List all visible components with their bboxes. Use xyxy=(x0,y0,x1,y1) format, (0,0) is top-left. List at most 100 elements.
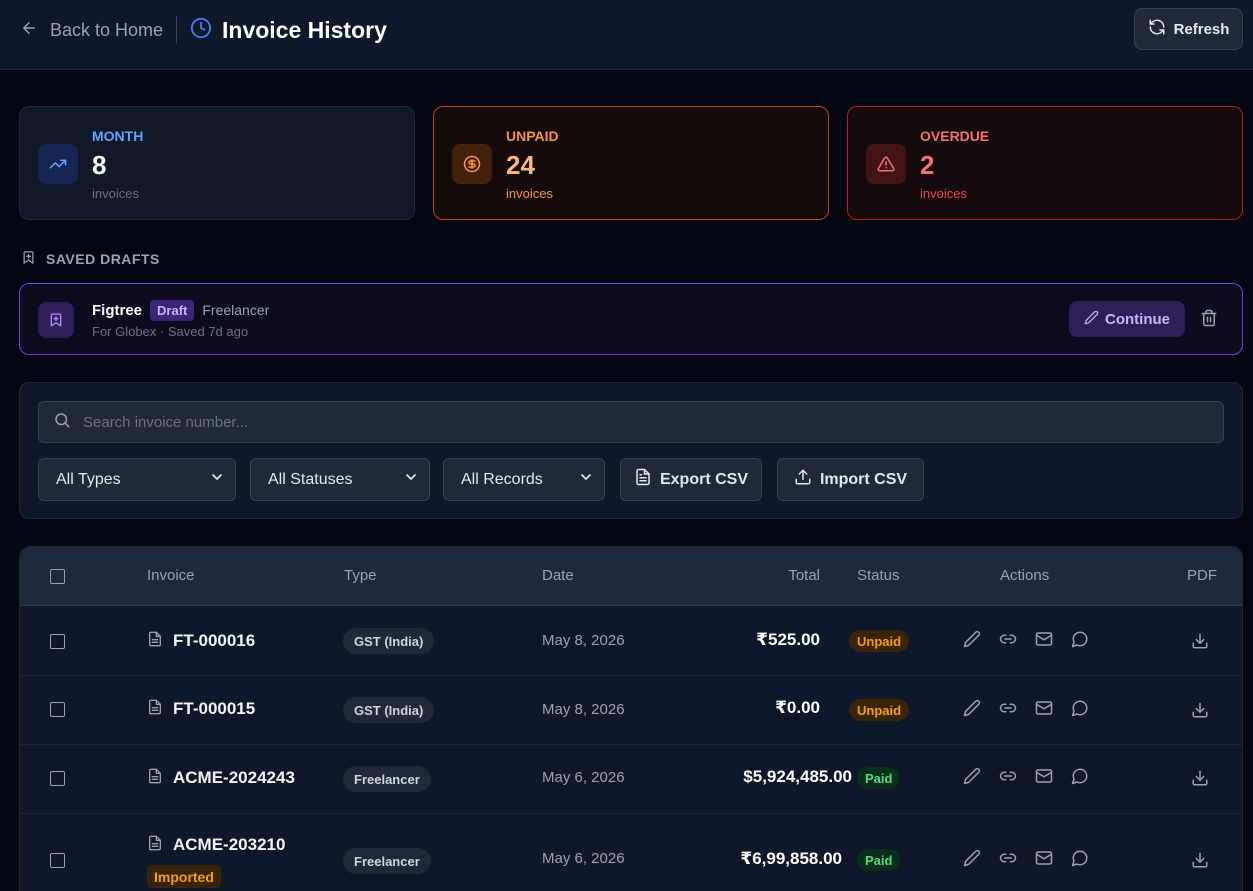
page-title-group: Invoice History xyxy=(190,16,387,44)
chevron-down-icon xyxy=(209,469,225,490)
invoice-cell[interactable]: ACME-2024243 xyxy=(147,767,295,789)
edit-icon[interactable] xyxy=(963,630,981,653)
download-pdf-button[interactable] xyxy=(1191,632,1209,650)
import-csv-button[interactable]: Import CSV xyxy=(777,458,924,501)
alert-triangle-icon xyxy=(866,144,906,184)
refresh-button[interactable]: Refresh xyxy=(1134,8,1243,50)
clock-icon xyxy=(190,17,212,44)
edit-icon[interactable] xyxy=(963,849,981,872)
stat-label: OVERDUE xyxy=(920,128,990,144)
export-csv-label: Export CSV xyxy=(659,470,748,488)
type-badge: GST (India) xyxy=(343,697,435,723)
imported-tag: Imported xyxy=(147,865,221,888)
column-invoice[interactable]: Invoice xyxy=(147,567,195,584)
search-box[interactable] xyxy=(38,401,1224,443)
continue-label: Continue xyxy=(1105,310,1170,328)
file-icon xyxy=(147,768,163,789)
invoice-cell[interactable]: FT-000015 xyxy=(147,698,255,720)
column-pdf: PDF xyxy=(1187,567,1217,584)
type-badge: GST (India) xyxy=(343,628,435,654)
message-circle-icon[interactable] xyxy=(1071,699,1089,722)
back-label: Back to Home xyxy=(50,19,164,40)
row-checkbox[interactable] xyxy=(50,702,65,717)
table-row[interactable]: FT-000016 GST (India) May 8, 2026 ₹525.0… xyxy=(20,607,1242,676)
invoice-cell[interactable]: FT-000016 xyxy=(147,630,255,652)
records-filter-value: All Records xyxy=(461,470,543,488)
stat-label: MONTH xyxy=(92,128,144,144)
link-icon[interactable] xyxy=(999,699,1017,722)
table-row[interactable]: ACME-203210 Imported Freelancer May 6, 2… xyxy=(20,814,1242,891)
download-pdf-button[interactable] xyxy=(1191,769,1209,787)
mail-icon[interactable] xyxy=(1035,630,1053,653)
column-status[interactable]: Status xyxy=(857,567,900,584)
row-actions xyxy=(963,630,1089,653)
link-icon[interactable] xyxy=(999,630,1017,653)
delete-draft-button[interactable] xyxy=(1199,309,1219,330)
status-filter-value: All Statuses xyxy=(268,470,353,488)
stat-value: 24 xyxy=(506,150,535,180)
row-checkbox[interactable] xyxy=(50,634,65,649)
records-filter-select[interactable]: All Records xyxy=(443,458,605,501)
continue-draft-button[interactable]: Continue xyxy=(1069,301,1185,337)
invoice-total: ₹525.00 xyxy=(756,630,820,649)
column-date[interactable]: Date xyxy=(542,567,574,584)
draft-subtitle: For Globex · Saved 7d ago xyxy=(92,324,249,339)
chevron-down-icon xyxy=(403,469,419,490)
status-badge: Paid xyxy=(857,849,901,871)
back-to-home-link[interactable]: Back to Home xyxy=(20,18,163,42)
table-header: Invoice Type Date Total Status Actions P… xyxy=(20,547,1242,606)
invoice-number: ACME-203210 xyxy=(173,835,286,854)
mail-icon[interactable] xyxy=(1035,767,1053,790)
invoice-total: ₹0.00 xyxy=(775,698,820,717)
download-pdf-button[interactable] xyxy=(1191,851,1209,869)
edit-icon[interactable] xyxy=(963,767,981,790)
download-icon xyxy=(1191,633,1209,654)
search-input[interactable] xyxy=(83,413,1223,431)
stat-card-unpaid[interactable]: UNPAID 24 invoices xyxy=(433,106,829,220)
saved-drafts-label: SAVED DRAFTS xyxy=(46,251,160,267)
column-total[interactable]: Total xyxy=(788,567,820,584)
link-icon[interactable] xyxy=(999,767,1017,790)
mail-icon[interactable] xyxy=(1035,699,1053,722)
arrow-left-icon xyxy=(20,19,38,42)
refresh-label: Refresh xyxy=(1173,20,1230,38)
invoice-cell[interactable]: ACME-203210 xyxy=(147,834,285,856)
message-circle-icon[interactable] xyxy=(1071,630,1089,653)
export-csv-button[interactable]: Export CSV xyxy=(620,458,762,501)
bookmark-plus-icon xyxy=(38,302,74,338)
table-row[interactable]: FT-000015 GST (India) May 8, 2026 ₹0.00 … xyxy=(20,676,1242,745)
mail-icon[interactable] xyxy=(1035,849,1053,872)
import-csv-label: Import CSV xyxy=(819,470,908,488)
table-row[interactable]: ACME-2024243 Freelancer May 6, 2026 $5,9… xyxy=(20,745,1242,814)
type-filter-select[interactable]: All Types xyxy=(38,458,236,501)
type-filter-value: All Types xyxy=(56,470,121,488)
bookmark-icon xyxy=(21,250,36,268)
download-icon xyxy=(1191,702,1209,723)
download-pdf-button[interactable] xyxy=(1191,701,1209,719)
draft-name: Figtree xyxy=(92,301,143,319)
status-filter-select[interactable]: All Statuses xyxy=(250,458,430,501)
row-checkbox[interactable] xyxy=(50,771,65,786)
trending-up-icon xyxy=(38,144,78,184)
invoice-number: FT-000015 xyxy=(173,699,256,718)
column-type[interactable]: Type xyxy=(344,567,377,584)
select-all-checkbox[interactable] xyxy=(50,569,65,584)
stat-sub: invoices xyxy=(506,186,553,201)
row-checkbox[interactable] xyxy=(50,853,65,868)
link-icon[interactable] xyxy=(999,849,1017,872)
stat-card-month[interactable]: MONTH 8 invoices xyxy=(19,106,415,220)
status-badge: Unpaid xyxy=(849,699,910,721)
stat-card-overdue[interactable]: OVERDUE 2 invoices xyxy=(847,106,1243,220)
column-actions: Actions xyxy=(1000,567,1050,584)
top-bar: Back to Home Invoice History Refresh xyxy=(0,0,1253,70)
invoice-date: May 6, 2026 xyxy=(542,769,625,786)
message-circle-icon[interactable] xyxy=(1071,849,1089,872)
stat-sub: invoices xyxy=(92,186,139,201)
invoice-number: FT-000016 xyxy=(173,631,256,650)
message-circle-icon[interactable] xyxy=(1071,767,1089,790)
file-icon xyxy=(147,699,163,720)
download-icon xyxy=(1191,770,1209,791)
draft-card[interactable]: Figtree Draft Freelancer For Globex · Sa… xyxy=(19,283,1243,355)
header-divider xyxy=(176,16,177,44)
edit-icon[interactable] xyxy=(963,699,981,722)
